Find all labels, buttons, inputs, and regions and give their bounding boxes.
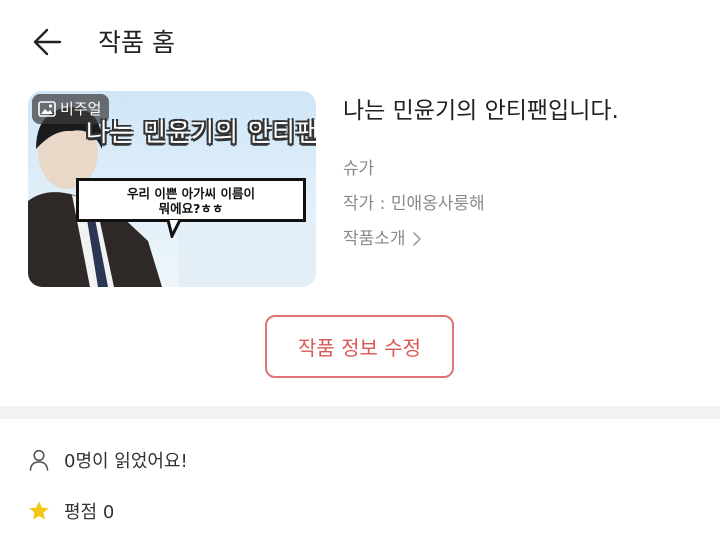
readers-count-row: 0명이 읽었어요! (28, 447, 188, 473)
speech-bubble-line-1: 우리 이쁜 아가씨 이름이 (126, 186, 256, 201)
work-intro-label: 작품소개 (343, 229, 406, 249)
speech-bubble: 우리 이쁜 아가씨 이름이 뭐에요?ㅎㅎ (76, 178, 306, 222)
top-bar: 작품 홈 (0, 0, 720, 86)
speech-bubble-tail (166, 220, 182, 238)
rating-row: 평점 0 (28, 498, 114, 524)
cover-headline: 나는 민윤기의 안티팬입니다 (86, 118, 316, 147)
star-icon (28, 498, 50, 524)
work-title: 나는 민윤기의 안티팬입니다. (343, 98, 619, 124)
readers-count-label: 0명이 읽었어요! (64, 451, 188, 472)
section-divider (0, 406, 720, 419)
image-icon (38, 101, 56, 117)
work-author: 작가 : 민애옹사룽해 (343, 194, 485, 214)
speech-bubble-line-2: 뭐에요?ㅎㅎ (158, 201, 224, 216)
work-intro-link[interactable]: 작품소개 (343, 227, 422, 251)
chevron-right-icon (412, 232, 421, 246)
page-title: 작품 홈 (98, 28, 175, 57)
rating-label: 평점 0 (64, 502, 115, 523)
person-icon (28, 447, 50, 473)
cover-image[interactable]: 비주얼 나는 민윤기의 안티팬입니다 우리 이쁜 아가씨 이름이 뭐에요?ㅎㅎ (28, 91, 316, 287)
arrow-left-icon (33, 28, 62, 56)
back-button[interactable] (28, 24, 68, 60)
edit-work-info-button[interactable]: 작품 정보 수정 (265, 315, 454, 378)
work-genre: 슈가 (343, 159, 375, 179)
